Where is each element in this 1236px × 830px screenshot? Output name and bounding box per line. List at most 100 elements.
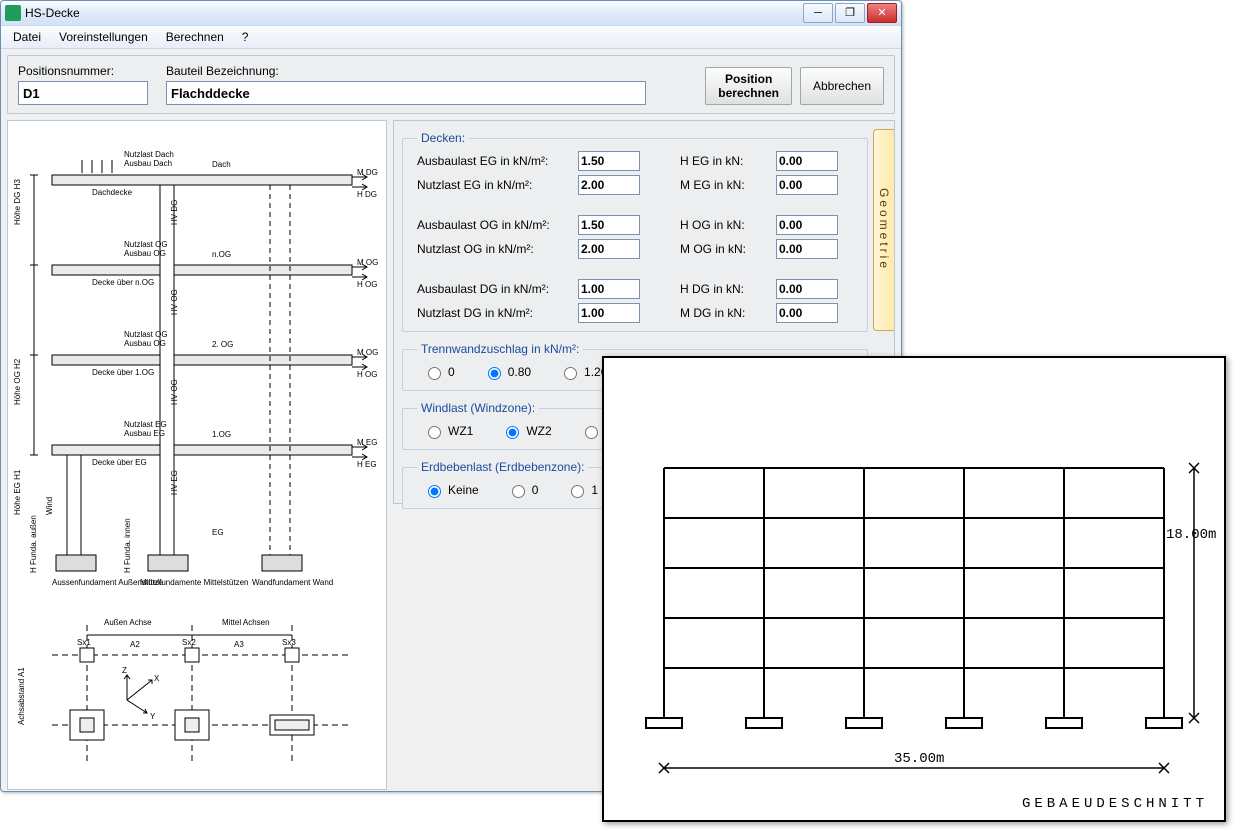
svg-text:H OG: H OG	[357, 280, 377, 289]
svg-text:Wind: Wind	[45, 497, 54, 515]
window-title: HS-Decke	[25, 6, 803, 20]
svg-text:Ausbau OG: Ausbau OG	[124, 339, 166, 348]
top-panel: Positionsnummer: Bauteil Bezeichnung: Po…	[7, 55, 895, 114]
svg-text:Höhe EG H1: Höhe EG H1	[13, 469, 22, 515]
menu-berechnen[interactable]: Berechnen	[160, 28, 230, 46]
svg-text:Nutzlast OG: Nutzlast OG	[124, 240, 168, 249]
desc-input[interactable]	[166, 81, 646, 105]
svg-text:Y: Y	[150, 712, 156, 721]
titlebar: HS-Decke ─ ❐ ✕	[1, 1, 901, 26]
svg-text:Decke über 1.OG: Decke über 1.OG	[92, 368, 154, 377]
svg-text:Sx3: Sx3	[282, 638, 296, 647]
svg-text:Dachdecke: Dachdecke	[92, 188, 133, 197]
dg-nutz-label: Nutzlast DG in kN/m²:	[417, 306, 572, 320]
close-button[interactable]: ✕	[867, 3, 897, 23]
pos-label: Positionsnummer:	[18, 64, 148, 78]
trennwand-opt-080[interactable]: 0.80	[483, 364, 531, 380]
mog-input[interactable]	[776, 239, 838, 259]
cad-height-label: 18.00m	[1166, 527, 1216, 543]
calc-button-line1: Position	[725, 72, 772, 86]
svg-text:H Funda. innen: H Funda. innen	[123, 518, 132, 573]
erdbeben-1[interactable]: 1	[566, 482, 598, 498]
pos-input[interactable]	[18, 81, 148, 105]
og-ausbau-input[interactable]	[578, 215, 640, 235]
eg-nutz-input[interactable]	[578, 175, 640, 195]
menu-datei[interactable]: Datei	[7, 28, 47, 46]
svg-text:M DG: M DG	[357, 168, 378, 177]
svg-text:Dach: Dach	[212, 160, 231, 169]
calc-button-line2: berechnen	[718, 86, 779, 100]
cad-title: GEBAEUDESCHNITT	[1022, 796, 1208, 812]
meg-input[interactable]	[776, 175, 838, 195]
mdg-label: M DG in kN:	[680, 306, 770, 320]
svg-text:H DG: H DG	[357, 190, 377, 199]
svg-text:A2: A2	[130, 640, 140, 649]
schematic-panel: Nutzlast Dach Ausbau Dach Dach Dachdecke…	[7, 120, 387, 790]
menu-voreinstellungen[interactable]: Voreinstellungen	[53, 28, 154, 46]
trennwand-legend: Trennwandzuschlag in kN/m²:	[417, 342, 583, 356]
svg-text:HV OG: HV OG	[170, 379, 179, 405]
svg-text:A3: A3	[234, 640, 244, 649]
svg-text:Mittelfundamente Mittelstütze: Mittelfundamente Mittelstützen	[140, 578, 249, 587]
svg-text:M OG: M OG	[357, 348, 378, 357]
svg-text:2. OG: 2. OG	[212, 340, 233, 349]
svg-text:Decke über EG: Decke über EG	[92, 458, 147, 467]
calc-button[interactable]: Position berechnen	[705, 67, 792, 105]
svg-text:Ausbau OG: Ausbau OG	[124, 249, 166, 258]
svg-text:Mittel Achsen: Mittel Achsen	[222, 618, 270, 627]
minimize-button[interactable]: ─	[803, 3, 833, 23]
svg-text:Achsabstand A1: Achsabstand A1	[17, 667, 26, 725]
hog-input[interactable]	[776, 215, 838, 235]
trennwand-opt-120[interactable]: 1.20	[559, 364, 607, 380]
svg-text:n.OG: n.OG	[212, 250, 231, 259]
hdg-input[interactable]	[776, 279, 838, 299]
svg-text:Wandfundament Wand: Wandfundament Wand	[252, 578, 333, 587]
erdbeben-legend: Erdbebenlast (Erdbebenzone):	[417, 460, 588, 474]
svg-text:M EG: M EG	[357, 438, 377, 447]
svg-text:Nutzlast Dach: Nutzlast Dach	[124, 150, 174, 159]
hdg-label: H DG in kN:	[680, 282, 770, 296]
svg-text:Nutzlast EG: Nutzlast EG	[124, 420, 167, 429]
svg-text:Höhe OG H2: Höhe OG H2	[13, 358, 22, 405]
dg-nutz-input[interactable]	[578, 303, 640, 323]
eg-nutz-label: Nutzlast EG in kN/m²:	[417, 178, 572, 192]
svg-text:Sx1: Sx1	[77, 638, 91, 647]
og-nutz-input[interactable]	[578, 239, 640, 259]
svg-text:Höhe DG H3: Höhe DG H3	[13, 179, 22, 225]
eg-ausbau-input[interactable]	[578, 151, 640, 171]
svg-text:Decke über n.OG: Decke über n.OG	[92, 278, 154, 287]
svg-text:HV DG: HV DG	[170, 200, 179, 225]
dg-ausbau-input[interactable]	[578, 279, 640, 299]
schematic-svg: Nutzlast Dach Ausbau Dach Dach Dachdecke…	[12, 125, 382, 785]
og-nutz-label: Nutzlast OG in kN/m²:	[417, 242, 572, 256]
heg-input[interactable]	[776, 151, 838, 171]
wind-wz2[interactable]: WZ2	[501, 423, 551, 439]
svg-text:Sx2: Sx2	[182, 638, 196, 647]
dg-ausbau-label: Ausbaulast DG in kN/m²:	[417, 282, 572, 296]
svg-text:H Funda. außen: H Funda. außen	[29, 515, 38, 573]
svg-text:Ausbau EG: Ausbau EG	[124, 429, 165, 438]
decken-group: Decken: Ausbaulast EG in kN/m²: H EG in …	[402, 131, 868, 332]
menubar: Datei Voreinstellungen Berechnen ?	[1, 26, 901, 49]
og-ausbau-label: Ausbaulast OG in kN/m²:	[417, 218, 572, 232]
erdbeben-0[interactable]: 0	[507, 482, 539, 498]
svg-text:H OG: H OG	[357, 370, 377, 379]
wind-wz1[interactable]: WZ1	[423, 423, 473, 439]
menu-help[interactable]: ?	[236, 28, 255, 46]
erdbeben-keine[interactable]: Keine	[423, 482, 479, 498]
desc-label: Bauteil Bezeichnung:	[166, 64, 646, 78]
heg-label: H EG in kN:	[680, 154, 770, 168]
trennwand-opt-0[interactable]: 0	[423, 364, 455, 380]
cad-window: 35.00m 18.00m GEBAEUDESCHNITT	[602, 356, 1226, 822]
decken-legend: Decken:	[417, 131, 469, 145]
svg-text:Nutzlast OG: Nutzlast OG	[124, 330, 168, 339]
meg-label: M EG in kN:	[680, 178, 770, 192]
svg-text:M OG: M OG	[357, 258, 378, 267]
cancel-button[interactable]: Abbrechen	[800, 67, 884, 105]
maximize-button[interactable]: ❐	[835, 3, 865, 23]
mdg-input[interactable]	[776, 303, 838, 323]
svg-text:Ausbau Dach: Ausbau Dach	[124, 159, 172, 168]
geometrie-tab[interactable]: Geometrie	[873, 129, 894, 331]
svg-text:1.OG: 1.OG	[212, 430, 231, 439]
mog-label: M OG in kN:	[680, 242, 770, 256]
